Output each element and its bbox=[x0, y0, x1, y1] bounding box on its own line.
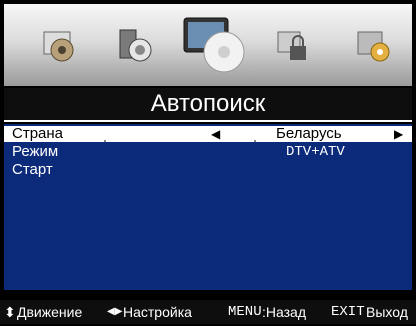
divider-dot bbox=[104, 140, 106, 142]
menu-item-mode[interactable]: Режим DTV+ATV bbox=[4, 143, 412, 161]
tv-menu-screen: Автопоиск Страна ◀ Беларусь ▶ Режим DTV+… bbox=[0, 0, 416, 326]
menu-list: Страна ◀ Беларусь ▶ Режим DTV+ATV Старт bbox=[4, 124, 412, 290]
menu-item-label: Старт bbox=[12, 161, 53, 178]
menu-item-label: Страна bbox=[12, 125, 64, 142]
key-hint-bar: ⬍ Движение ◀▶ Настройка MENU :Назад EXIT… bbox=[0, 300, 416, 324]
menu-key: MENU bbox=[228, 304, 262, 320]
arrow-left-icon[interactable]: ◀ bbox=[211, 126, 220, 142]
move-hint-label: Движение bbox=[17, 304, 83, 320]
menu-item-start[interactable]: Старт bbox=[4, 162, 412, 178]
sound-icon[interactable] bbox=[114, 26, 154, 66]
exit-hint-label: Выход bbox=[366, 304, 408, 320]
menu-item-label: Режим bbox=[12, 143, 59, 160]
divider-dot bbox=[254, 140, 256, 142]
arrow-right-icon[interactable]: ▶ bbox=[394, 126, 403, 142]
channel-icon[interactable] bbox=[180, 10, 246, 76]
picture-icon[interactable] bbox=[40, 26, 80, 66]
menu-item-value: Беларусь bbox=[276, 125, 342, 142]
menu-item-country[interactable]: Страна ◀ Беларусь ▶ bbox=[4, 126, 412, 142]
exit-key: EXIT bbox=[331, 304, 365, 320]
page-title: Автопоиск bbox=[4, 88, 412, 120]
lock-icon[interactable] bbox=[274, 26, 314, 66]
move-hint-icon: ⬍ bbox=[4, 304, 16, 320]
settings-icon[interactable] bbox=[354, 26, 394, 66]
title-divider bbox=[4, 120, 412, 122]
back-hint-label: :Назад bbox=[262, 304, 307, 320]
category-icon-bar bbox=[4, 4, 412, 86]
adjust-hint-label: Настройка bbox=[123, 304, 192, 320]
menu-item-value: DTV+ATV bbox=[286, 144, 345, 160]
adjust-hint-icon: ◀▶ bbox=[107, 306, 123, 317]
